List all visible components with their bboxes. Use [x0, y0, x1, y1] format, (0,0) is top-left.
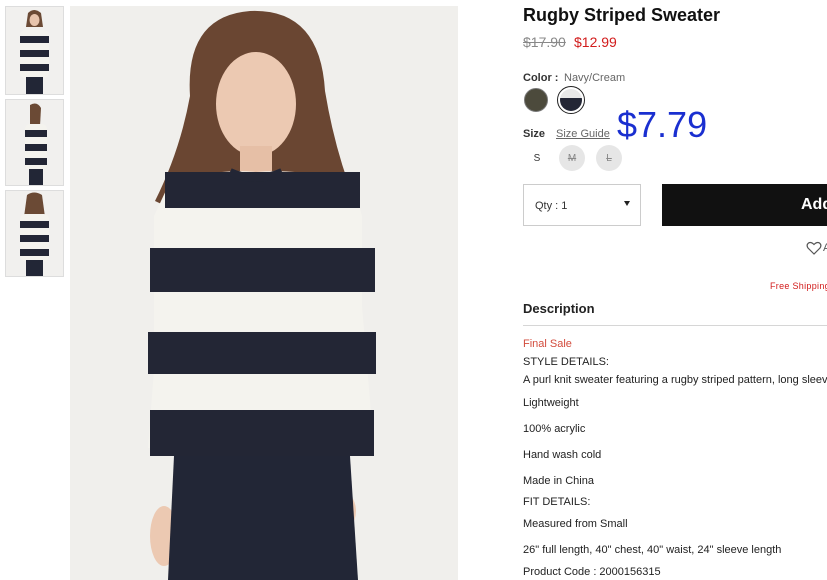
quantity-value: Qty : 1 [535, 200, 568, 212]
thumbnail-back-image [6, 191, 63, 276]
final-sale-label: Final Sale [523, 338, 572, 350]
add-button-label: Add [801, 196, 827, 213]
product-title: Rugby Striped Sweater [523, 5, 721, 25]
divider [523, 325, 827, 326]
thumbnail-side-image [6, 100, 63, 185]
thumbnail-back[interactable] [5, 190, 64, 277]
description-line: Made in China [523, 475, 594, 487]
color-label: Color : [523, 72, 559, 84]
product-code: Product Code : 2000156315 [523, 566, 661, 578]
sale-price: $12.99 [574, 34, 617, 50]
description-line: 100% acrylic [523, 423, 586, 435]
size-guide-link[interactable]: Size Guide [556, 128, 610, 140]
free-shipping-link[interactable]: Free Shipping [770, 281, 827, 291]
description-line: Measured from Small [523, 518, 628, 530]
main-product-image [70, 6, 458, 580]
description-line: FIT DETAILS: [523, 496, 591, 508]
size-option-m[interactable]: M [559, 145, 585, 171]
size-label: Size [523, 128, 546, 140]
chevron-down-icon [624, 201, 630, 206]
description-line: Hand wash cold [523, 449, 602, 461]
description-line: 26" full length, 40" chest, 40" waist, 2… [523, 544, 782, 556]
wishlist-label[interactable]: A [823, 242, 827, 254]
size-option-s[interactable]: S [524, 145, 550, 171]
size-option-l[interactable]: L [596, 145, 622, 171]
add-to-bag-button[interactable]: Add [662, 184, 827, 226]
color-value: Navy/Cream [564, 72, 626, 84]
description-line: Lightweight [523, 397, 579, 409]
heart-icon[interactable] [806, 240, 822, 256]
overlay-price: $7.79 [617, 104, 708, 145]
color-swatch-olive[interactable] [524, 88, 548, 112]
original-price: $17.90 [523, 34, 566, 50]
quantity-select[interactable]: Qty : 1 [523, 184, 641, 226]
description-heading: Description [523, 301, 595, 316]
color-swatch-navy-cream[interactable] [557, 86, 585, 114]
thumbnail-side[interactable] [5, 99, 64, 186]
thumbnail-front[interactable] [5, 6, 64, 95]
thumbnail-front-image [6, 7, 63, 94]
description-line: STYLE DETAILS: [523, 356, 609, 368]
description-line: A purl knit sweater featuring a rugby st… [523, 374, 827, 386]
